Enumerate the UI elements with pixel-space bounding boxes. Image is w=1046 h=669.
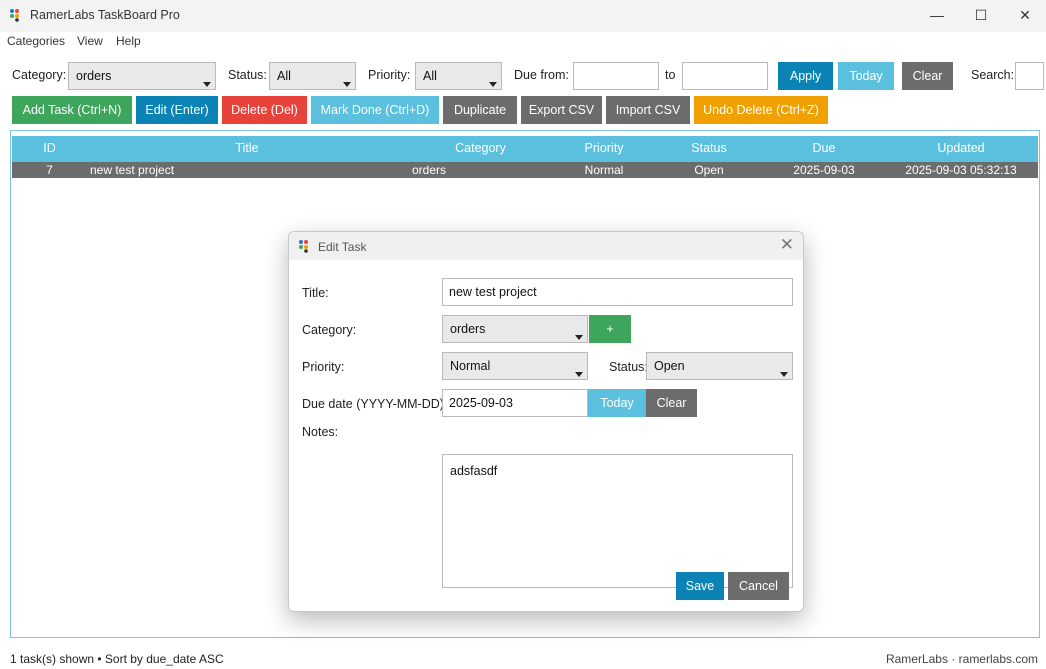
chevron-down-icon — [780, 372, 788, 377]
clear-filter-button[interactable]: Clear — [902, 62, 953, 90]
mark-done-button[interactable]: Mark Done (Ctrl+D) — [311, 96, 439, 124]
due-today-button[interactable]: Today — [588, 389, 646, 417]
category-select[interactable]: orders — [442, 315, 588, 343]
maximize-button[interactable]: ☐ — [958, 0, 1004, 32]
chevron-down-icon — [575, 335, 583, 340]
due-date-value: 2025-09-03 — [449, 396, 513, 410]
category-filter-select[interactable]: orders — [68, 62, 216, 90]
priority-label: Priority: — [302, 360, 345, 374]
cell-status: Open — [694, 163, 724, 177]
title-input-value: new test project — [449, 285, 537, 299]
cell-updated: 2025-09-03 05:32:13 — [905, 163, 1017, 177]
due-from-label: Due from: — [514, 68, 569, 82]
delete-button[interactable]: Delete (Del) — [222, 96, 307, 124]
title-label: Title: — [302, 286, 329, 300]
cell-priority: Normal — [584, 163, 624, 177]
table-row[interactable]: 7 new test project orders Normal Open 20… — [12, 162, 1038, 178]
priority-select-value: Normal — [450, 359, 491, 373]
notes-value: adsfasdf — [450, 464, 498, 478]
due-date-input[interactable]: 2025-09-03 — [442, 389, 588, 417]
category-label: Category: — [302, 323, 357, 337]
due-from-input[interactable] — [573, 62, 659, 90]
menu-bar: Categories View Help — [0, 32, 1046, 50]
undo-delete-button[interactable]: Undo Delete (Ctrl+Z) — [694, 96, 828, 124]
priority-filter-label: Priority: — [368, 68, 411, 82]
column-header-priority[interactable]: Priority — [554, 141, 654, 155]
app-logo-icon — [299, 240, 308, 253]
app-title: RamerLabs TaskBoard Pro — [30, 8, 180, 22]
search-input[interactable] — [1015, 62, 1044, 90]
priority-select[interactable]: Normal — [442, 352, 588, 380]
title-bar: RamerLabs TaskBoard Pro — ☐ ✕ — [0, 0, 1046, 32]
apply-button[interactable]: Apply — [778, 62, 833, 90]
status-text: 1 task(s) shown • Sort by due_date ASC — [10, 652, 224, 666]
cell-id: 7 — [46, 163, 53, 177]
close-window-button[interactable]: ✕ — [1002, 0, 1046, 32]
status-filter-label: Status: — [228, 68, 267, 82]
dialog-body: Title: new test project Category: orders… — [289, 260, 803, 611]
category-filter-value: orders — [76, 69, 112, 83]
menu-view[interactable]: View — [77, 34, 103, 48]
priority-filter-value: All — [423, 69, 437, 83]
chevron-down-icon — [489, 82, 497, 87]
edit-task-dialog: Edit Task ✕ Title: new test project Cate… — [288, 231, 804, 612]
dialog-title-bar: Edit Task ✕ — [289, 232, 803, 260]
chevron-down-icon — [203, 82, 211, 87]
menu-categories[interactable]: Categories — [7, 34, 65, 48]
search-label: Search: — [971, 68, 1015, 82]
add-task-button[interactable]: Add Task (Ctrl+N) — [12, 96, 132, 124]
duplicate-button[interactable]: Duplicate — [443, 96, 517, 124]
import-csv-button[interactable]: Import CSV — [606, 96, 690, 124]
due-to-label: to — [665, 68, 676, 82]
status-select[interactable]: Open — [646, 352, 793, 380]
column-header-title[interactable]: Title — [87, 141, 407, 155]
column-header-updated[interactable]: Updated — [884, 141, 1038, 155]
column-header-category[interactable]: Category — [407, 141, 554, 155]
due-clear-button[interactable]: Clear — [646, 389, 697, 417]
column-header-id[interactable]: ID — [12, 141, 87, 155]
add-category-button[interactable]: + — [589, 315, 631, 343]
status-select-value: Open — [654, 359, 685, 373]
app-logo-icon — [10, 9, 19, 22]
edit-button[interactable]: Edit (Enter) — [136, 96, 218, 124]
status-filter-value: All — [277, 69, 291, 83]
dialog-close-icon[interactable]: ✕ — [780, 235, 794, 255]
menu-help[interactable]: Help — [116, 34, 141, 48]
save-button[interactable]: Save — [676, 572, 724, 600]
column-header-status[interactable]: Status — [654, 141, 764, 155]
notes-textarea[interactable]: adsfasdf — [442, 454, 793, 588]
due-to-input[interactable] — [682, 62, 768, 90]
today-filter-button[interactable]: Today — [838, 62, 894, 90]
category-select-value: orders — [450, 322, 486, 336]
priority-filter-select[interactable]: All — [415, 62, 502, 90]
export-csv-button[interactable]: Export CSV — [521, 96, 602, 124]
title-input[interactable]: new test project — [442, 278, 793, 306]
cancel-button[interactable]: Cancel — [728, 572, 789, 600]
table-header: ID Title Category Priority Status Due Up… — [12, 136, 1038, 162]
brand-footer-text: RamerLabs · ramerlabs.com — [885, 652, 1038, 666]
due-date-label: Due date (YYYY-MM-DD): — [302, 397, 448, 411]
status-label: Status: — [609, 360, 648, 374]
cell-due: 2025-09-03 — [793, 163, 855, 177]
minimize-button[interactable]: — — [914, 0, 960, 32]
column-header-due[interactable]: Due — [764, 141, 884, 155]
cell-category: orders — [411, 163, 446, 177]
notes-label: Notes: — [302, 425, 339, 439]
dialog-title: Edit Task — [318, 240, 367, 254]
chevron-down-icon — [343, 82, 351, 87]
cell-title: new test project — [90, 163, 175, 177]
chevron-down-icon — [575, 372, 583, 377]
category-filter-label: Category: — [12, 68, 67, 82]
status-filter-select[interactable]: All — [269, 62, 356, 90]
